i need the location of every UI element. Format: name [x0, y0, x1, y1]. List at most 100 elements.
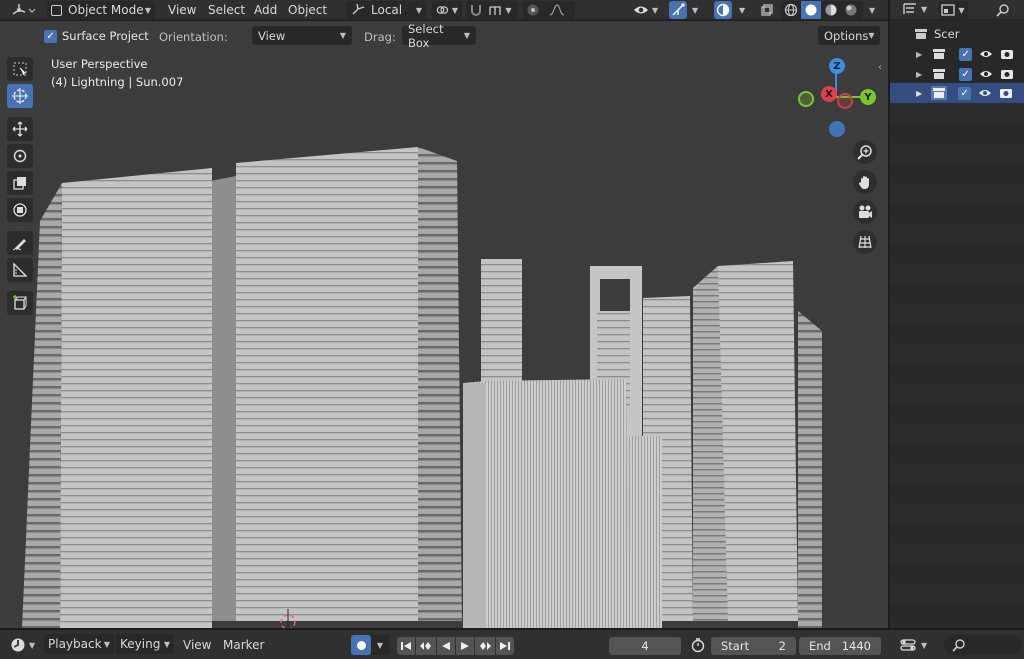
- outliner-editor-type[interactable]: ▼: [902, 2, 927, 16]
- gizmo-y-axis[interactable]: Y: [860, 89, 876, 105]
- current-frame-field[interactable]: 4: [609, 637, 681, 655]
- material-shading-button[interactable]: [821, 1, 841, 19]
- timeline-editor-type[interactable]: ▼: [10, 635, 35, 655]
- expand-arrow-icon[interactable]: ▶: [916, 89, 922, 98]
- timeline-view-menu[interactable]: View: [183, 635, 211, 655]
- gizmo-neg-y[interactable]: [798, 91, 814, 107]
- outliner-collection-row-selected[interactable]: ▶ ✓: [890, 83, 1024, 103]
- wireframe-shading-button[interactable]: [781, 1, 801, 19]
- tool-cursor[interactable]: [7, 84, 33, 108]
- camera-render-icon[interactable]: [1000, 68, 1014, 80]
- camera-view-button[interactable]: [853, 200, 877, 224]
- ortho-toggle-button[interactable]: [853, 230, 877, 254]
- pan-button[interactable]: [853, 170, 877, 194]
- shading-dropdown[interactable]: ▼: [866, 0, 875, 20]
- expand-arrow-icon[interactable]: ▶: [916, 70, 922, 79]
- eye-icon[interactable]: [979, 49, 993, 59]
- jump-keyframe-forward-button[interactable]: [475, 637, 495, 655]
- tool-transform[interactable]: [7, 198, 33, 222]
- camera-render-icon[interactable]: [999, 87, 1013, 99]
- exclude-checkbox[interactable]: ✓: [959, 67, 973, 81]
- options-dropdown[interactable]: Options ▼: [818, 26, 880, 45]
- solid-shading-button[interactable]: [801, 1, 821, 19]
- camera-render-icon[interactable]: [1000, 48, 1014, 60]
- overlay-dropdown[interactable]: ▼: [736, 0, 745, 20]
- eye-icon[interactable]: [978, 88, 992, 98]
- gizmo-toggle[interactable]: [669, 1, 687, 19]
- outliner-collection-row[interactable]: ▶ ✓: [890, 44, 1024, 64]
- play-reverse-button[interactable]: [437, 637, 455, 655]
- tool-scale[interactable]: [7, 171, 33, 195]
- snap-target-icon: [489, 6, 502, 15]
- gizmo-z-axis[interactable]: Z: [829, 58, 845, 74]
- surface-project-toggle[interactable]: ✓ Surface Project: [44, 29, 149, 43]
- chevron-down-icon: ▼: [376, 640, 384, 650]
- city-scene: [22, 147, 822, 628]
- properties-search-field[interactable]: [944, 635, 1022, 655]
- drag-dropdown[interactable]: Select Box ▼: [402, 22, 476, 50]
- menu-add[interactable]: Add: [254, 0, 277, 20]
- snap-group: ▼: [466, 1, 518, 19]
- tool-select-box[interactable]: [7, 57, 33, 81]
- auto-keying-group: ▼: [351, 635, 389, 655]
- tool-annotate[interactable]: [7, 231, 33, 255]
- frame-start-field[interactable]: Start 2: [711, 636, 796, 656]
- menu-object[interactable]: Object: [288, 0, 327, 20]
- gizmo-x-axis[interactable]: X: [821, 86, 837, 102]
- orientation-label: Local: [371, 3, 403, 17]
- gizmo-neg-z[interactable]: [829, 121, 845, 137]
- rendered-shading-button[interactable]: [841, 1, 861, 19]
- orientation-icon: [352, 3, 365, 15]
- end-label: End: [809, 639, 831, 653]
- marker-menu[interactable]: Marker: [223, 635, 264, 655]
- snap-toggle[interactable]: [466, 1, 486, 19]
- outliner-collection-row[interactable]: ▶ ✓: [890, 64, 1024, 84]
- gizmo-neg-x[interactable]: [837, 93, 853, 109]
- auto-keying-dropdown[interactable]: ▼: [371, 635, 389, 655]
- menu-select[interactable]: Select: [208, 0, 245, 20]
- outliner-search-button[interactable]: [988, 1, 1018, 19]
- chevron-down-icon: ▼: [868, 31, 875, 40]
- chevron-down-icon: ▼: [739, 5, 746, 15]
- pivot-dropdown[interactable]: ▼: [432, 1, 462, 19]
- overlay-toggle[interactable]: [714, 1, 732, 19]
- jump-keyframe-back-button[interactable]: [416, 637, 436, 655]
- building-far-right-ledge: [798, 311, 822, 628]
- 3d-viewport[interactable]: User Perspective (4) Lightning | Sun.007: [0, 21, 888, 628]
- proportional-toggle[interactable]: [523, 1, 543, 19]
- orientation-dropdown[interactable]: View ▼: [252, 26, 352, 45]
- display-mode-dropdown[interactable]: ▼: [938, 1, 968, 19]
- tool-add-cube[interactable]: [7, 291, 33, 315]
- gizmo-dropdown[interactable]: ▼: [689, 0, 698, 20]
- drag-value: Select Box: [408, 21, 444, 50]
- jump-start-button[interactable]: [397, 637, 415, 655]
- menu-view[interactable]: View: [168, 0, 196, 20]
- playback-menu[interactable]: Playback ▼: [44, 634, 114, 654]
- tool-move[interactable]: [7, 117, 33, 141]
- jump-end-button[interactable]: [496, 637, 514, 655]
- zoom-icon: [857, 145, 872, 160]
- outliner-scene-row[interactable]: Scer: [890, 24, 1024, 44]
- start-value: 2: [778, 639, 786, 653]
- auto-keying-toggle[interactable]: [351, 635, 371, 655]
- editor-type-button[interactable]: [8, 1, 40, 19]
- preview-range-toggle[interactable]: [690, 635, 706, 655]
- sidebar-toggle[interactable]: ‹: [878, 62, 882, 73]
- transform-orientation-dropdown[interactable]: Local ▼: [346, 1, 426, 19]
- frame-end-field[interactable]: End 1440: [799, 636, 881, 656]
- properties-editor-type[interactable]: ▼: [900, 635, 927, 655]
- visibility-dropdown[interactable]: ▼: [633, 0, 663, 20]
- eye-icon[interactable]: [979, 69, 993, 79]
- keying-menu[interactable]: Keying ▼: [116, 634, 174, 654]
- snap-target-dropdown[interactable]: ▼: [486, 1, 514, 19]
- exclude-checkbox[interactable]: ✓: [958, 86, 972, 100]
- mode-dropdown[interactable]: Object Mode ▼: [47, 1, 155, 19]
- tool-measure[interactable]: [7, 258, 33, 282]
- play-button[interactable]: [456, 637, 474, 655]
- tool-rotate[interactable]: [7, 144, 33, 168]
- exclude-checkbox[interactable]: ✓: [959, 47, 973, 61]
- expand-arrow-icon[interactable]: ▶: [916, 50, 922, 59]
- falloff-dropdown[interactable]: [543, 1, 571, 19]
- zoom-button[interactable]: [853, 140, 877, 164]
- xray-toggle[interactable]: [758, 1, 776, 19]
